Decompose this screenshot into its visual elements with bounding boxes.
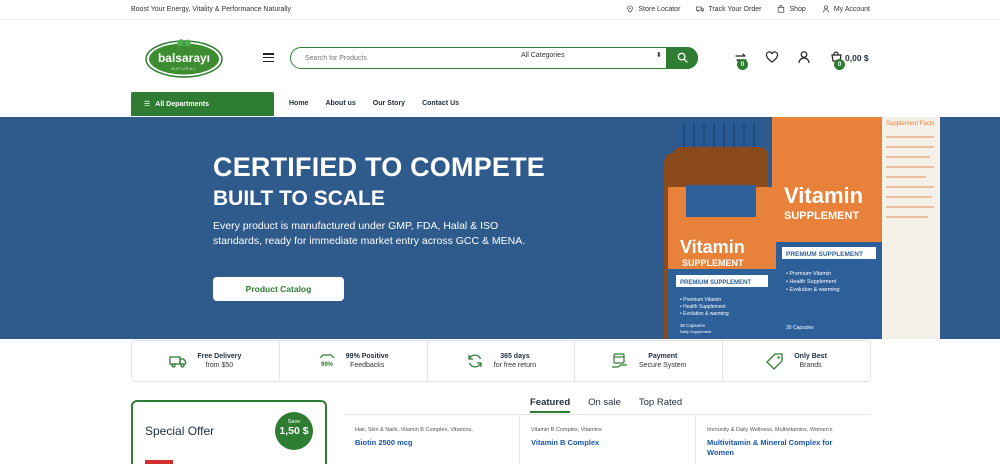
user-icon (822, 5, 829, 13)
features-strip: Free Delivery from $50 99% 99% Positive Fe… (131, 340, 871, 382)
product-name[interactable]: Multivitamin & Mineral Complex for Women (707, 438, 860, 458)
all-departments-button[interactable]: ☰ All Departments (131, 92, 274, 116)
svg-text:• Evolution & warming: • Evolution & warming (680, 311, 729, 317)
search-bar: All Categories ⬍ (290, 46, 698, 69)
product-card[interactable]: Hair, Skin & Nails, Vitamin B Complex, V… (344, 415, 520, 464)
tab-top-rated[interactable]: Top Rated (639, 397, 682, 413)
store-locator-link[interactable]: Store Locator (626, 5, 680, 13)
my-account-link[interactable]: My Account (822, 5, 870, 13)
special-offer-title: Special Offer (145, 424, 215, 438)
product-catalog-button[interactable]: Product Catalog (213, 277, 344, 301)
feature-positive-feedback: 99% 99% Positive Feedbacks (280, 341, 428, 381)
nav-about-us[interactable]: About us (325, 100, 355, 107)
account-button[interactable] (797, 50, 811, 64)
category-select[interactable]: All Categories (521, 52, 661, 59)
svg-text:NATURAL: NATURAL (171, 66, 196, 71)
nav-home[interactable]: Home (289, 100, 308, 107)
cart-count-badge: 0 (834, 59, 845, 70)
user-icon (798, 51, 810, 64)
tag-icon (766, 353, 783, 370)
svg-text:• Health Supplement: • Health Supplement (786, 279, 837, 285)
track-order-link[interactable]: Track Your Order (696, 5, 761, 13)
refresh-icon (468, 354, 482, 368)
list-icon: ☰ (144, 101, 151, 108)
nav-our-story[interactable]: Our Story (373, 100, 405, 107)
shopping-bag-icon (778, 5, 785, 13)
svg-text:PREMIUM SUPPLEMENT: PREMIUM SUPPLEMENT (786, 251, 863, 258)
product-categories[interactable]: Immunity & Daily Wellness, Multivitamins… (707, 427, 860, 433)
map-pin-icon (627, 5, 634, 13)
feature-free-return: 365 days for free return (428, 341, 576, 381)
rating-badge-icon: 99% (319, 354, 335, 368)
compare-count-badge: 0 (737, 59, 748, 70)
svg-text:SUPPLEMENT: SUPPLEMENT (784, 210, 859, 222)
svg-text:PREMIUM SUPPLEMENT: PREMIUM SUPPLEMENT (680, 280, 751, 286)
product-name[interactable]: Biotin 2500 mcg (355, 438, 508, 448)
menu-toggle-icon[interactable] (263, 53, 274, 62)
tagline: Boost Your Energy, Vitality & Performanc… (131, 6, 292, 13)
cart-total[interactable]: 0,00 $ (845, 53, 869, 63)
product-grid: Hair, Skin & Nails, Vitamin B Complex, V… (344, 415, 871, 464)
search-button[interactable] (666, 46, 698, 69)
top-bar: Boost Your Energy, Vitality & Performanc… (0, 0, 1000, 20)
search-input[interactable] (305, 54, 505, 62)
select-arrow-icon: ⬍ (656, 52, 662, 59)
svg-text:30 Capsules: 30 Capsules (680, 323, 706, 328)
hero-banner: CERTIFIED TO COMPETE BUILT TO SCALE Ever… (0, 117, 1000, 339)
save-badge: Save 1,50 $ (275, 412, 313, 450)
departments-label: All Departments (155, 100, 209, 108)
svg-text:balsarayı: balsarayı (158, 51, 210, 65)
truck-icon (169, 356, 187, 368)
feature-best-brands: Only Best Brands (723, 341, 870, 381)
product-tabs: Featured On sale Top Rated (530, 397, 682, 413)
product-name[interactable]: Vitamin B Complex (531, 438, 684, 448)
special-offer-card[interactable]: Special Offer Save 1,50 $ (131, 400, 327, 464)
offer-product-image (145, 460, 173, 464)
main-nav: ☰ All Departments Home About us Our Stor… (0, 92, 1000, 116)
tab-on-sale[interactable]: On sale (588, 397, 621, 413)
product-card[interactable]: Vitamin B Complex, Vitamins Vitamin B Co… (520, 415, 696, 464)
brand-logo[interactable]: balsarayı NATURAL (145, 36, 223, 78)
hero-title: CERTIFIED TO COMPETE (213, 152, 546, 182)
svg-text:• Evolution & warming: • Evolution & warming (786, 287, 840, 293)
svg-text:SUPPLEMENT: SUPPLEMENT (682, 258, 744, 268)
search-icon (677, 52, 688, 63)
svg-text:• Health Supplement: • Health Supplement (680, 304, 726, 310)
hero-description: Every product is manufactured under GMP,… (213, 220, 526, 247)
feature-free-delivery: Free Delivery from $50 (132, 341, 280, 381)
supplement-product-image: Supplement Facts Vitamin SUPPLEMENT PREM… (664, 117, 940, 339)
product-categories[interactable]: Vitamin B Complex, Vitamins (531, 427, 684, 433)
secure-payment-icon (612, 353, 628, 368)
feature-secure-payment: Payment Secure System (575, 341, 724, 381)
product-card[interactable]: Immunity & Daily Wellness, Multivitamins… (696, 415, 871, 464)
svg-text:• Premium Vitamin: • Premium Vitamin (680, 297, 721, 303)
svg-text:Vitamin: Vitamin (784, 183, 863, 208)
nav-contact-us[interactable]: Contact Us (422, 100, 459, 107)
cart-button[interactable]: 0 (829, 51, 845, 70)
top-links: Store Locator Track Your Order Shop My A… (626, 5, 870, 13)
truck-icon (696, 6, 705, 12)
header: balsarayı NATURAL All Categories ⬍ 0 0 0… (0, 20, 1000, 92)
compare-button[interactable]: 0 (734, 51, 748, 70)
svg-text:• Premium Vitamin: • Premium Vitamin (786, 271, 831, 277)
tab-featured[interactable]: Featured (530, 397, 571, 413)
product-categories[interactable]: Hair, Skin & Nails, Vitamin B Complex, V… (355, 427, 508, 433)
heart-icon (765, 51, 779, 63)
svg-text:Daily Supplement: Daily Supplement (680, 329, 712, 334)
svg-text:30 Capsules: 30 Capsules (786, 325, 814, 331)
svg-text:Supplement Facts: Supplement Facts (886, 121, 934, 127)
wishlist-button[interactable] (765, 50, 779, 64)
svg-text:99%: 99% (321, 362, 334, 368)
shop-link[interactable]: Shop (777, 5, 806, 13)
hero-subtitle: BUILT TO SCALE (213, 187, 385, 210)
svg-text:Vitamin: Vitamin (680, 237, 745, 257)
